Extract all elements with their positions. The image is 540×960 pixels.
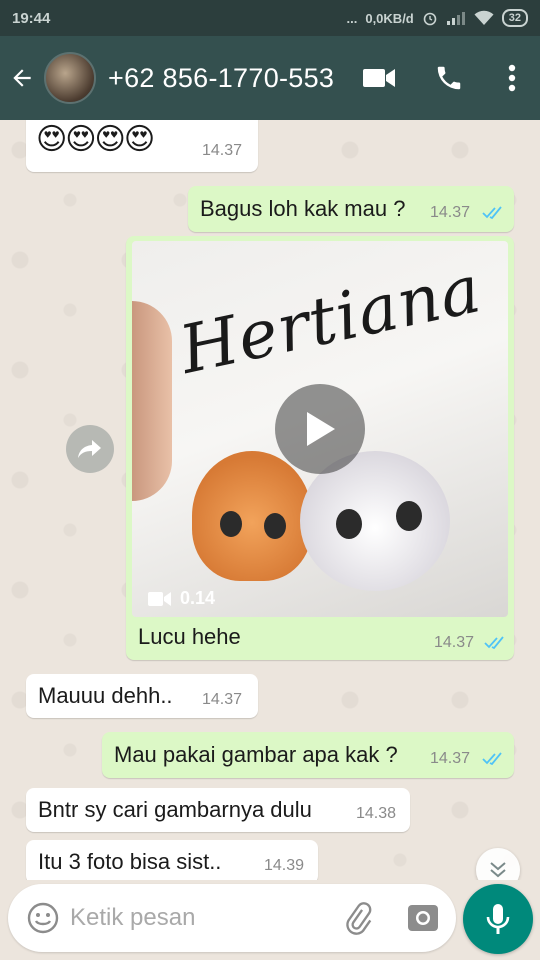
message-time: 14.39 [264, 857, 305, 874]
voice-record-button[interactable] [463, 884, 533, 954]
menu-button[interactable] [484, 36, 540, 120]
video-camera-icon [148, 591, 171, 606]
message-bubble[interactable]: Itu 3 foto bisa sist.. 14.39 [26, 840, 318, 880]
back-button[interactable] [0, 36, 44, 120]
cat-eye [336, 509, 362, 539]
cat-eye [220, 511, 242, 537]
video-message-bubble[interactable]: Hertiana 0.14 Lucu hehe 14.37 [126, 236, 514, 660]
forward-button[interactable] [66, 425, 114, 473]
video-duration-text: 0.14 [180, 588, 216, 608]
cat-eye [264, 513, 286, 539]
video-call-button[interactable] [344, 36, 414, 120]
message-text: 😍😍😍😍 [36, 123, 155, 156]
message-time: 14.37 [202, 142, 243, 159]
message-input-bar [8, 884, 456, 952]
chat-area[interactable]: 😍😍😍😍 14.37 Bagus loh kak mau ? 14.37 Her… [0, 120, 540, 880]
message-input[interactable] [70, 898, 320, 938]
status-indicators: ... 0,0KB/d 32 [346, 9, 528, 27]
read-ticks-icon [482, 752, 502, 766]
hand-shape [132, 301, 172, 501]
forward-icon [78, 440, 101, 458]
wifi-icon [474, 10, 494, 25]
message-bubble[interactable]: Mau pakai gambar apa kak ? 14.37 [102, 732, 514, 778]
contact-avatar[interactable] [44, 52, 96, 104]
contact-name[interactable]: +62 856-1770-553 [108, 63, 334, 94]
message-bubble[interactable]: Bagus loh kak mau ? 14.37 [188, 186, 514, 232]
message-time: 14.37 [430, 750, 471, 767]
cat-eye [396, 501, 422, 531]
network-speed: 0,0KB/d [365, 10, 414, 26]
chevron-double-down-icon [490, 862, 506, 878]
video-thumbnail[interactable]: Hertiana 0.14 [132, 241, 508, 617]
paperclip-icon[interactable] [340, 900, 376, 936]
play-icon [307, 412, 335, 446]
orange-cat-illustration [192, 451, 312, 581]
status-time: 19:44 [12, 9, 51, 27]
video-duration: 0.14 [148, 588, 215, 609]
microphone-icon [486, 904, 510, 934]
message-time: 14.38 [356, 805, 397, 822]
phone-icon [437, 66, 461, 90]
message-time: 14.37 [434, 634, 475, 651]
camera-icon[interactable] [406, 901, 440, 935]
status-bar: 19:44 ... 0,0KB/d 32 [0, 0, 540, 36]
message-text: Bagus loh kak mau ? [200, 196, 406, 221]
more-vert-icon [508, 64, 516, 92]
play-button[interactable] [275, 384, 365, 474]
read-ticks-icon [482, 206, 502, 220]
message-text: Itu 3 foto bisa sist.. [38, 849, 222, 874]
message-bubble[interactable]: Bntr sy cari gambarnya dulu 14.38 [26, 788, 410, 832]
scroll-to-bottom-button[interactable] [476, 848, 520, 880]
message-text: Bntr sy cari gambarnya dulu [38, 797, 312, 822]
battery-indicator: 32 [501, 9, 528, 27]
video-camera-icon [363, 69, 395, 87]
video-caption: Lucu hehe [138, 624, 241, 649]
message-bubble[interactable]: Mauuu dehh.. 14.37 [26, 674, 258, 718]
message-text: Mau pakai gambar apa kak ? [114, 742, 398, 767]
message-bubble[interactable]: 😍😍😍😍 14.37 [26, 120, 258, 172]
arrow-left-icon [13, 69, 31, 87]
chat-header: +62 856-1770-553 [0, 36, 540, 120]
message-text: Mauuu dehh.. [38, 683, 173, 708]
message-time: 14.37 [430, 204, 471, 221]
alarm-icon [423, 12, 437, 26]
voice-call-button[interactable] [414, 36, 484, 120]
mug-text: Hertiana [173, 250, 488, 389]
emoji-icon[interactable] [26, 901, 60, 935]
header-actions [344, 36, 540, 120]
status-dots: ... [346, 10, 358, 26]
read-ticks-icon [484, 636, 504, 650]
signal-icon [446, 12, 465, 25]
message-time: 14.37 [202, 691, 243, 708]
